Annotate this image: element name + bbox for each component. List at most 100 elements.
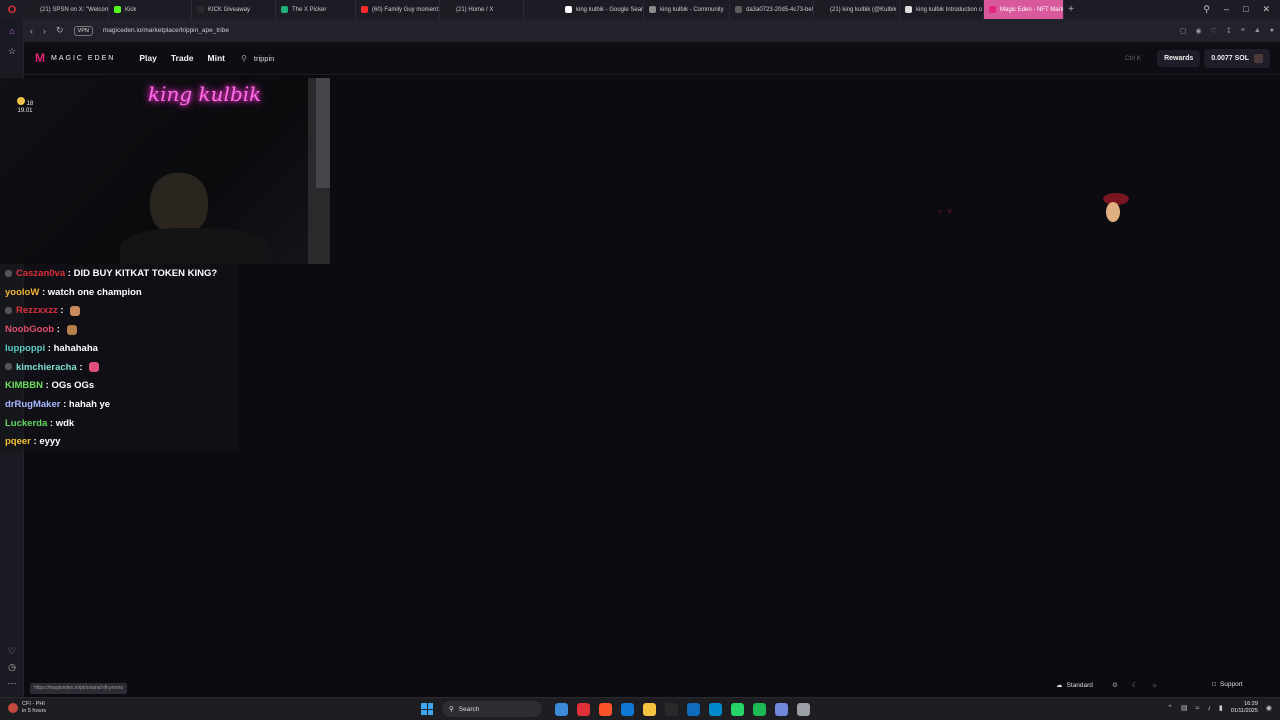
chat-separator: : bbox=[57, 305, 67, 317]
nav-trade[interactable]: Trade bbox=[171, 53, 194, 63]
home-icon[interactable]: ⌂ bbox=[0, 26, 24, 36]
tray-chevron-icon[interactable]: ⌃ bbox=[1167, 704, 1173, 712]
browser-tab-strip: O (21) SPSN on X: "Welcom Kick KICK Giveaw… bbox=[0, 0, 1280, 19]
vpn-badge[interactable]: VPN bbox=[73, 25, 93, 36]
tab-label: (21) Home / X bbox=[456, 6, 494, 13]
close-window-button[interactable]: ✕ bbox=[1262, 4, 1270, 15]
taskbar-app-icon[interactable] bbox=[731, 702, 744, 716]
profile-icon[interactable]: ● bbox=[1270, 27, 1274, 35]
taskbar-app-icon[interactable] bbox=[643, 702, 656, 716]
volume-icon[interactable]: ♪ bbox=[1207, 705, 1211, 712]
back-icon[interactable]: ‹ bbox=[30, 26, 33, 36]
chat-username[interactable]: NoobGoob bbox=[5, 324, 54, 335]
taskbar-app-icon[interactable] bbox=[687, 702, 700, 716]
browser-tab[interactable]: (21) king kulbik (@Kulbik bbox=[814, 0, 900, 19]
taskbar-weather[interactable]: CFI - PHI in 5 hours bbox=[8, 701, 46, 715]
browser-tab[interactable]: king kulbik Introduction o bbox=[900, 0, 984, 19]
chat-username[interactable]: Luckerda bbox=[5, 418, 47, 429]
forward-icon[interactable]: › bbox=[43, 26, 46, 36]
chat-username[interactable]: Rezzxxzz bbox=[16, 305, 58, 316]
chat-separator: : bbox=[45, 342, 54, 354]
tab-favicon-icon bbox=[565, 6, 572, 13]
chat-message: NoobGoob : bbox=[5, 324, 77, 335]
browser-tab[interactable]: (60) Family Guy moment: bbox=[356, 0, 440, 19]
favorites-heart-icon[interactable]: ♡ bbox=[0, 646, 24, 657]
bookmark-icon[interactable]: ♡ bbox=[1211, 27, 1217, 35]
taskbar-app-icon[interactable] bbox=[709, 702, 722, 716]
chat-username[interactable]: luppoppi bbox=[5, 343, 45, 354]
nav-play[interactable]: Play bbox=[139, 53, 157, 63]
taskbar-app-icon[interactable] bbox=[665, 702, 678, 716]
download-icon[interactable]: ↧ bbox=[1226, 27, 1232, 35]
speed-dial-icon[interactable]: ☆ bbox=[0, 46, 24, 57]
window-controls: ⚲ – □ ✕ bbox=[1203, 4, 1280, 15]
url-field[interactable]: magiceden.io/marketplace/trippin_ape_tri… bbox=[103, 27, 229, 34]
dark-mode-icon[interactable]: ☾ bbox=[1132, 681, 1138, 689]
search-input[interactable] bbox=[253, 53, 374, 63]
taskbar-app-icon[interactable] bbox=[753, 702, 766, 716]
notifications-icon[interactable]: ◉ bbox=[1266, 704, 1272, 712]
taskbar-app-icon[interactable] bbox=[621, 702, 634, 716]
taskbar-app-icon[interactable] bbox=[797, 702, 810, 716]
site-nav: Play Trade Mint bbox=[139, 53, 225, 63]
browser-tab[interactable]: KICK Giveaway bbox=[192, 0, 276, 19]
network-icon[interactable]: ▤ bbox=[1181, 704, 1188, 712]
browser-tab[interactable]: (21) SPSN on X: "Welcom bbox=[24, 0, 109, 19]
taskbar-search[interactable]: ⚲ Search bbox=[442, 701, 542, 717]
taskbar-app-icon[interactable] bbox=[599, 702, 612, 716]
chat-badge-icon bbox=[5, 363, 12, 371]
screenshot-icon[interactable]: ▢ bbox=[1180, 27, 1187, 35]
more-options-icon[interactable]: ⋯ bbox=[0, 678, 24, 689]
reload-icon[interactable]: ↻ bbox=[56, 25, 64, 36]
light-mode-icon[interactable]: ☼ bbox=[1152, 682, 1158, 689]
minimize-button[interactable]: – bbox=[1224, 4, 1229, 15]
browser-tab[interactable]: da3a0723-20d5-4c73-be9 bbox=[730, 0, 814, 19]
windows-start-icon[interactable] bbox=[421, 703, 433, 715]
camera-icon[interactable]: ◉ bbox=[1195, 27, 1201, 35]
chat-text: watch one champion bbox=[47, 286, 142, 298]
browser-tab[interactable]: (21) Home / X bbox=[440, 0, 524, 19]
extensions-icon[interactable]: ▲ bbox=[1254, 27, 1261, 35]
maximize-button[interactable]: □ bbox=[1243, 4, 1248, 15]
tab-label: king kulbik - Community bbox=[660, 6, 724, 13]
taskbar-app-icon[interactable] bbox=[775, 702, 788, 716]
taskbar-app-icon[interactable] bbox=[577, 702, 590, 716]
browser-tab[interactable]: king kulbik - Google Sear bbox=[560, 0, 644, 19]
support-button[interactable]: □ Support bbox=[1212, 681, 1243, 688]
logo-wordmark: MAGIC EDEN bbox=[51, 54, 116, 62]
tab-favicon-icon bbox=[445, 6, 452, 13]
chat-separator: : bbox=[39, 286, 48, 298]
nav-mint[interactable]: Mint bbox=[208, 53, 225, 63]
search-tabs-icon[interactable]: ⚲ bbox=[1203, 4, 1210, 15]
chat-username[interactable]: kimchieracha bbox=[16, 362, 77, 373]
chat-icon: □ bbox=[1212, 681, 1216, 688]
rewards-button[interactable]: Rewards bbox=[1157, 49, 1201, 67]
chat-username[interactable]: drRugMaker bbox=[5, 399, 60, 410]
wifi-icon[interactable]: ≈ bbox=[1196, 705, 1200, 712]
opera-logo-icon[interactable]: O bbox=[0, 0, 24, 19]
menu-icon[interactable]: ≡ bbox=[1241, 27, 1245, 35]
browser-tab[interactable]: king kulbik - Community bbox=[644, 0, 730, 19]
taskbar-clock[interactable]: 16:29 01/11/2025 bbox=[1231, 701, 1258, 715]
theme-toggle[interactable]: ☁ Standard bbox=[1056, 681, 1093, 690]
magic-eden-logo[interactable]: M MAGIC EDEN bbox=[35, 51, 115, 65]
chat-username[interactable]: yooloW bbox=[5, 287, 39, 298]
wallet-button[interactable]: 0.0077 SOL bbox=[1204, 48, 1270, 68]
chat-message: kimchieracha : bbox=[5, 362, 100, 373]
tab-favicon-icon bbox=[197, 6, 204, 13]
chat-text: hahahaha bbox=[53, 342, 98, 354]
battery-icon[interactable]: ▮ bbox=[1219, 704, 1223, 712]
chat-message: pqeer : eyyy bbox=[5, 436, 60, 447]
browser-tab[interactable]: The X Picker bbox=[276, 0, 356, 19]
taskbar-app-icon[interactable] bbox=[555, 702, 568, 716]
chat-username[interactable]: pqeer bbox=[5, 436, 31, 447]
browser-tab[interactable]: Kick bbox=[109, 0, 192, 19]
settings-icon[interactable]: ⚙ bbox=[1112, 681, 1118, 689]
chat-message: Rezzxxzz : bbox=[5, 305, 81, 317]
new-tab-button[interactable]: + bbox=[1064, 4, 1078, 15]
streamer-head bbox=[150, 173, 208, 235]
history-clock-icon[interactable]: ◷ bbox=[0, 662, 24, 673]
chat-username[interactable]: KIMBBN bbox=[5, 380, 43, 391]
browser-tab[interactable]: Magic Eden - NFT Market bbox=[984, 0, 1064, 19]
chat-username[interactable]: Caszan0va bbox=[16, 268, 65, 279]
